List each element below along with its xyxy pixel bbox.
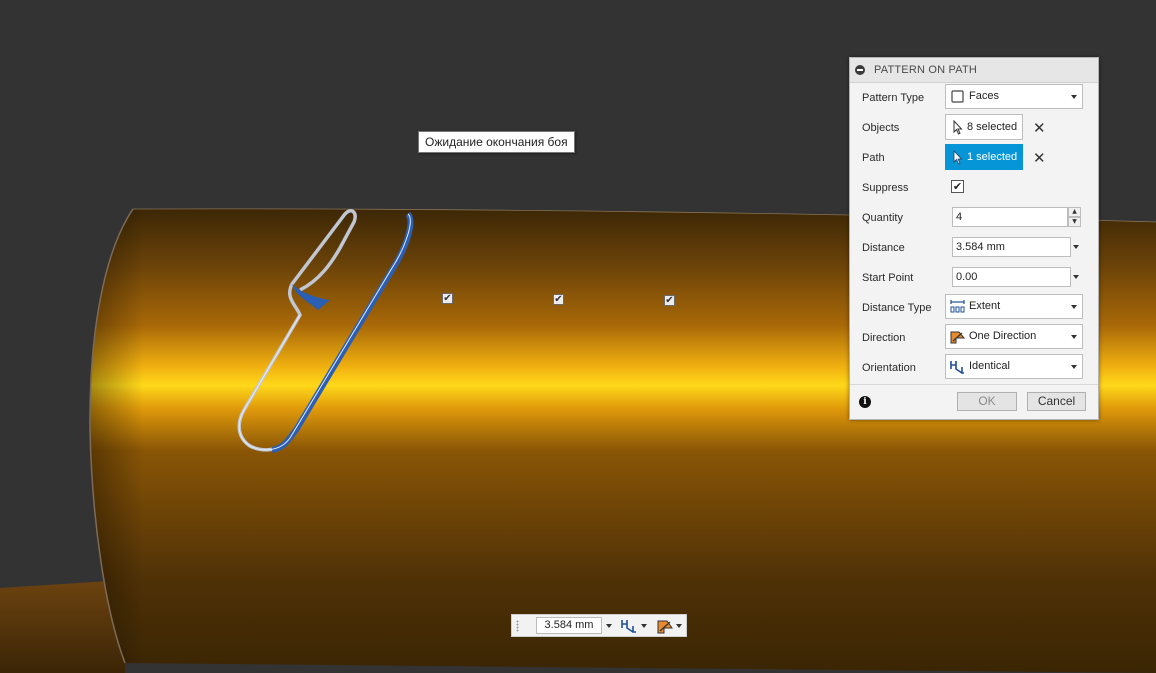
direction-label: Direction — [862, 332, 906, 344]
path-label: Path — [862, 152, 885, 164]
pattern-instance-checkbox[interactable]: ✔ — [442, 293, 453, 304]
objects-label: Objects — [862, 122, 900, 134]
distance-type-value: Extent — [969, 300, 1001, 312]
start-point-dropdown-icon[interactable] — [1073, 275, 1079, 279]
one-direction-icon[interactable] — [657, 618, 674, 634]
direction-dropdown[interactable]: One Direction — [945, 324, 1083, 349]
cursor-icon — [953, 149, 963, 165]
tooltip: Ожидание окончания боя — [418, 131, 575, 153]
quantity-label: Quantity — [862, 212, 903, 224]
collapse-icon[interactable] — [855, 65, 865, 75]
pattern-instance-checkbox[interactable]: ✔ — [664, 295, 675, 306]
ok-button[interactable]: OK — [957, 392, 1017, 411]
mini-distance-dropdown-icon[interactable] — [606, 624, 612, 628]
pattern-type-dropdown[interactable]: Faces — [945, 84, 1083, 109]
orientation-value: Identical — [969, 360, 1010, 372]
identical-icon — [950, 359, 965, 374]
path-select-button[interactable]: 1 selected — [945, 144, 1023, 170]
chevron-down-icon — [1071, 305, 1077, 309]
one-direction-icon — [950, 329, 966, 344]
footer-divider — [850, 384, 1098, 385]
start-point-input[interactable]: 0.00 — [952, 267, 1071, 287]
cancel-button[interactable]: Cancel — [1027, 392, 1086, 411]
objects-value: 8 selected — [967, 121, 1018, 133]
dialog-header[interactable]: PATTERN ON PATH — [850, 58, 1098, 83]
direction-dropdown-icon[interactable] — [676, 624, 682, 628]
identical-icon[interactable] — [621, 618, 638, 634]
quantity-stepper[interactable]: ▲ ▼ — [1068, 207, 1081, 227]
chevron-down-icon — [1071, 335, 1077, 339]
info-icon[interactable]: i — [859, 396, 871, 408]
drag-handle[interactable] — [516, 620, 519, 632]
objects-select-button[interactable]: 8 selected — [945, 114, 1023, 140]
orientation-dropdown-icon[interactable] — [641, 624, 647, 628]
stepper-down-icon[interactable]: ▼ — [1068, 217, 1081, 227]
path-clear-icon[interactable]: ✕ — [1033, 149, 1046, 167]
mini-toolbar: 3.584 mm — [511, 614, 687, 637]
mini-distance-input[interactable]: 3.584 mm — [536, 617, 602, 634]
chevron-down-icon — [1071, 365, 1077, 369]
suppress-label: Suppress — [862, 182, 909, 194]
orientation-label: Orientation — [862, 362, 916, 374]
start-point-label: Start Point — [862, 272, 914, 284]
suppress-checkbox[interactable]: ✔ — [951, 180, 964, 193]
objects-clear-icon[interactable]: ✕ — [1033, 119, 1046, 137]
distance-label: Distance — [862, 242, 905, 254]
distance-dropdown-icon[interactable] — [1073, 245, 1079, 249]
extent-icon — [950, 299, 965, 314]
cursor-icon — [953, 119, 963, 135]
dialog-title: PATTERN ON PATH — [874, 64, 978, 76]
pattern-instance-checkbox[interactable]: ✔ — [553, 294, 564, 305]
pattern-type-value: Faces — [969, 90, 999, 102]
path-value: 1 selected — [967, 151, 1018, 163]
orientation-dropdown[interactable]: Identical — [945, 354, 1083, 379]
pattern-type-label: Pattern Type — [862, 92, 925, 104]
quantity-input[interactable]: 4 — [952, 207, 1068, 227]
pattern-on-path-dialog: PATTERN ON PATH Pattern Type Faces Objec… — [849, 57, 1099, 420]
distance-input[interactable]: 3.584 mm — [952, 237, 1071, 257]
face-box-icon — [950, 89, 965, 104]
direction-value: One Direction — [969, 330, 1037, 342]
stepper-up-icon[interactable]: ▲ — [1068, 207, 1081, 217]
chevron-down-icon — [1071, 95, 1077, 99]
distance-type-dropdown[interactable]: Extent — [945, 294, 1083, 319]
distance-type-label: Distance Type — [862, 302, 932, 314]
